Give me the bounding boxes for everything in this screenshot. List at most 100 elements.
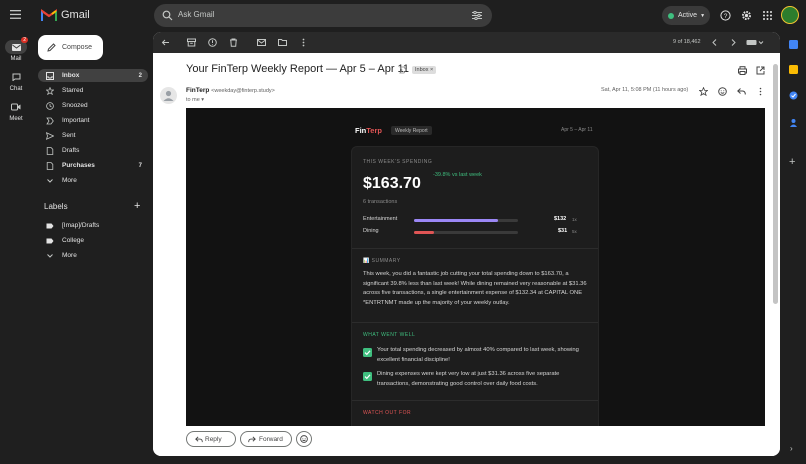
- side-panel: + ›: [780, 32, 806, 464]
- sender-avatar[interactable]: [160, 87, 177, 104]
- open-new-window-icon[interactable]: [756, 66, 765, 75]
- recipients-toggle[interactable]: to me ▾: [186, 97, 204, 103]
- apps-grid-icon[interactable]: [763, 11, 772, 20]
- chevron-right-icon[interactable]: [729, 38, 738, 47]
- spend-change: -39.8% vs last week: [433, 172, 482, 178]
- compose-button[interactable]: Compose: [38, 35, 103, 60]
- nav-snoozed[interactable]: Snoozed: [38, 99, 148, 112]
- nav-important[interactable]: Important: [38, 114, 148, 127]
- nav-label: Important: [62, 117, 90, 124]
- category-count: 5x: [572, 229, 577, 234]
- summary-text: This week, you did a fantastic job cutti…: [363, 271, 587, 306]
- inbox-icon: [46, 72, 54, 80]
- star-icon: [46, 87, 54, 95]
- label-item-college[interactable]: College: [38, 234, 148, 247]
- important-icon: [46, 117, 54, 125]
- chart-icon: 📊: [363, 258, 370, 264]
- nav-starred[interactable]: Starred: [38, 84, 148, 97]
- reply-icon[interactable]: [737, 87, 746, 96]
- chevron-left-icon[interactable]: [710, 38, 719, 47]
- nav-sent[interactable]: Sent: [38, 129, 148, 142]
- add-label-icon[interactable]: +: [134, 201, 140, 212]
- message-toolbar: 9 of 18,462: [153, 32, 780, 53]
- category-count: 1x: [572, 217, 577, 222]
- report-range: Apr 5 – Apr 11: [561, 127, 593, 133]
- nav-more[interactable]: More: [38, 174, 148, 187]
- report-spam-icon[interactable]: [208, 38, 217, 47]
- emoji-react-button[interactable]: [296, 431, 312, 447]
- draft-file-icon: [46, 147, 54, 155]
- settings-gear-icon[interactable]: [741, 10, 752, 21]
- emoji-react-icon[interactable]: [718, 87, 727, 96]
- trash-icon[interactable]: [229, 38, 238, 47]
- labels-more[interactable]: More: [38, 249, 148, 262]
- rail-meet[interactable]: Meet: [0, 100, 32, 122]
- nav-label: Snoozed: [62, 102, 88, 109]
- scrollbar-thumb[interactable]: [773, 64, 778, 304]
- rail-chat[interactable]: Chat: [0, 70, 32, 92]
- calendar-icon[interactable]: [789, 40, 798, 49]
- nav-label: Inbox: [62, 72, 80, 79]
- print-icon[interactable]: [738, 66, 747, 75]
- input-tools-icon[interactable]: [746, 38, 764, 47]
- sender-line: FinTerp <weekday@finterp.study>: [186, 87, 275, 94]
- transaction-count: 6 transactions: [363, 199, 398, 205]
- keep-icon[interactable]: [789, 65, 798, 74]
- status-dropdown[interactable]: Active ▼: [662, 6, 710, 25]
- email-body: FinTerp Weekly Report Apr 5 – Apr 11 THI…: [186, 108, 765, 426]
- mark-unread-icon[interactable]: [257, 38, 266, 47]
- video-icon: [11, 103, 21, 111]
- more-vert-icon[interactable]: [756, 87, 765, 96]
- went-well-item: Your total spending decreased by almost …: [377, 347, 579, 363]
- back-arrow-icon[interactable]: [161, 38, 170, 47]
- nav-count: 2: [138, 72, 142, 79]
- rail-mail-label: Mail: [10, 56, 22, 62]
- gmail-logo-icon[interactable]: [41, 9, 57, 21]
- report-tag: Weekly Report: [391, 126, 432, 135]
- label-tag-icon: [46, 223, 54, 229]
- spend-amount: $163.70: [363, 175, 421, 192]
- get-addons-icon[interactable]: +: [789, 156, 795, 168]
- sender-name[interactable]: FinTerp: [186, 87, 209, 94]
- app-rail: 2 Mail Chat Meet: [0, 0, 32, 464]
- search-options-icon[interactable]: [472, 11, 482, 20]
- reply-label: Reply: [205, 435, 222, 443]
- category-amount: $132: [554, 216, 567, 222]
- more-vert-icon[interactable]: [299, 38, 308, 47]
- search-bar[interactable]: Ask Gmail: [154, 4, 492, 27]
- labels-heading: Labels: [44, 202, 68, 211]
- account-avatar[interactable]: [781, 6, 799, 24]
- search-input[interactable]: Ask Gmail: [178, 10, 214, 19]
- archive-icon[interactable]: [187, 38, 196, 47]
- label-item-imap-drafts[interactable]: [Imap]/Drafts: [38, 219, 148, 232]
- mail-icon: [11, 43, 21, 51]
- nav-purchases[interactable]: Purchases 7: [38, 159, 148, 172]
- label-name: [Imap]/Drafts: [62, 222, 100, 229]
- search-icon[interactable]: [162, 10, 173, 21]
- nav-label: Sent: [62, 132, 76, 139]
- tasks-icon[interactable]: [789, 91, 798, 100]
- forward-button[interactable]: Forward: [240, 431, 292, 447]
- mail-badge: 2: [21, 37, 28, 43]
- checkmark-icon: [363, 372, 372, 381]
- clock-icon: [46, 102, 54, 110]
- rail-mail[interactable]: 2 Mail: [0, 37, 32, 62]
- nav-inbox[interactable]: Inbox 2: [38, 69, 148, 82]
- category-bar-fill: [414, 219, 499, 222]
- went-well-item: Dining expenses were kept very low at ju…: [377, 371, 560, 387]
- inbox-label-chip[interactable]: Inbox ×: [412, 66, 437, 74]
- star-icon[interactable]: [699, 87, 708, 96]
- important-marker-icon[interactable]: [399, 66, 407, 74]
- reply-button[interactable]: Reply: [186, 431, 236, 447]
- category-bar-fill: [414, 231, 434, 234]
- menu-icon[interactable]: [10, 10, 21, 19]
- move-to-folder-icon[interactable]: [278, 38, 287, 47]
- contacts-icon[interactable]: [789, 118, 798, 127]
- chevron-right-icon[interactable]: ›: [790, 444, 793, 453]
- recipients-label: to me: [186, 97, 200, 103]
- help-icon[interactable]: ?: [720, 10, 731, 21]
- summary-heading: 📊 SUMMARY: [363, 258, 401, 264]
- email-subject: Your FinTerp Weekly Report — Apr 5 – Apr…: [186, 63, 409, 75]
- nav-label: Drafts: [62, 147, 80, 154]
- nav-drafts[interactable]: Drafts: [38, 144, 148, 157]
